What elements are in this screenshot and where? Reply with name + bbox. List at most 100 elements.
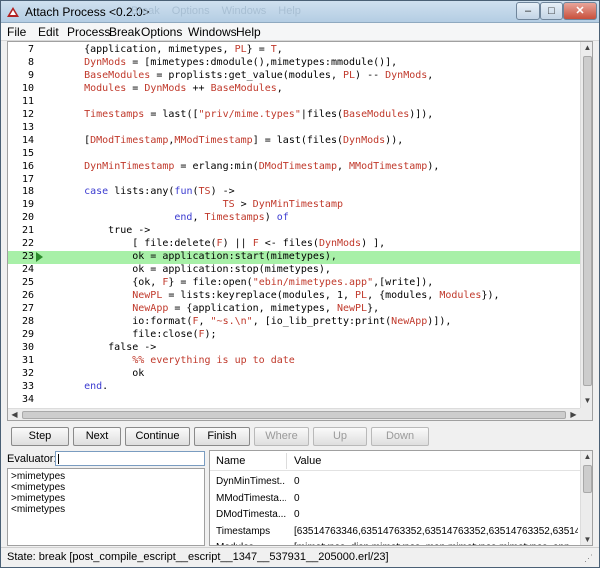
code-line[interactable]: 12 Timestamps = last(["priv/mime.types"|… [8,109,580,122]
code-line[interactable]: 10 Modules = DynMods ++ BaseModules, [8,83,580,96]
line-number: 28 [21,315,34,327]
code-line[interactable]: 9 BaseModules = proplists:get_value(modu… [8,70,580,83]
column-header-name[interactable]: Name [216,455,245,467]
code-text: NewPL = lists:keyreplace(modules, 1, PL,… [132,290,500,302]
binding-row[interactable]: DynMinTimest... 0 [210,474,580,491]
binding-row[interactable]: MModTimesta... 0 [210,491,580,508]
menu-windows[interactable]: Windows [188,25,237,39]
code-line[interactable]: 20 end, Timestamps) of [8,212,580,225]
binding-row[interactable]: DModTimesta... 0 [210,507,580,524]
debug-toolbar: Step Next Continue Finish Where Up Down [7,427,593,447]
code-line[interactable]: 24 ok = application:stop(mimetypes), [8,264,580,277]
scroll-down-arrow-icon[interactable]: ▼ [582,396,592,407]
code-line[interactable]: 15 [8,148,580,161]
menu-edit[interactable]: Edit [38,25,59,39]
scroll-thumb[interactable] [22,411,566,419]
binding-name: Modules [216,542,286,545]
text-caret [58,454,59,464]
next-button[interactable]: Next [73,427,121,446]
code-line[interactable]: 18 case lists:any(fun(TS) -> [8,186,580,199]
code-text: DynMinTimestamp = erlang:min(DModTimesta… [84,160,440,172]
attach-process-window: Attach Process <0.2.0> Break Options Windo… [0,0,600,568]
code-line[interactable]: 27 NewApp = {application, mimetypes, New… [8,303,580,316]
line-number: 26 [21,290,34,302]
current-line-arrow-icon [36,252,43,263]
menu-break[interactable]: Break [109,25,140,39]
code-editor[interactable]: 7 {application, mimetypes, PL} = T, 8 Dyn… [7,41,593,421]
scroll-thumb[interactable] [583,56,592,386]
menu-options[interactable]: Options [141,25,182,39]
ghost-menu-item: Windows [221,5,267,17]
binding-name: Timestamps [216,525,271,537]
code-line[interactable]: 33 end. [8,381,580,394]
title-bar: Attach Process <0.2.0> Break Options Windo… [1,1,599,23]
close-button[interactable]: ✕ [563,2,597,20]
down-button[interactable]: Down [371,427,429,446]
binding-row[interactable]: Modules [mimetypes_disp,mimetypes_map,mim… [210,540,580,545]
bindings-vertical-scrollbar[interactable]: ▲ ▼ [580,451,592,545]
up-button[interactable]: Up [313,427,367,446]
code-line[interactable]: 30 false -> [8,342,580,355]
continue-button[interactable]: Continue [125,427,190,446]
bindings-panel[interactable]: Name Value DynMinTimest... 0 MModTimesta..… [209,450,593,546]
code-line[interactable]: 13 [8,122,580,135]
code-line[interactable]: 22 [ file:delete(F) || F <- files(DynMod… [8,238,580,251]
code-text: false -> [60,341,157,353]
evaluator-output[interactable]: >mimetypes <mimetypes >mimetypes <mimetypes [7,468,205,546]
column-divider[interactable] [286,453,287,469]
code-line[interactable]: 31 %% everything is up to date [8,355,580,368]
code-line[interactable]: 11 [8,96,580,109]
where-button[interactable]: Where [254,427,309,446]
binding-row[interactable]: Timestamps [63514763346,63514763352,63514… [210,524,580,541]
scroll-up-arrow-icon[interactable]: ▲ [582,452,592,461]
code-line[interactable]: 26 NewPL = lists:keyreplace(modules, 1, … [8,290,580,303]
line-number: 22 [21,238,34,250]
code-line[interactable]: 17 [8,174,580,187]
code-line[interactable]: 8 DynMods = [mimetypes:dmodule(),mimetyp… [8,57,580,70]
code-line[interactable]: 21 true -> [8,225,580,238]
code-line[interactable]: 34 [8,394,580,407]
code-line[interactable]: 25 {ok, F} = file:open("ebin/mimetypes.a… [8,277,580,290]
menu-file[interactable]: File [7,25,26,39]
scroll-thumb[interactable] [583,465,592,493]
line-number: 21 [21,225,34,237]
code-line[interactable]: 19 TS > DynMinTimestamp [8,199,580,212]
code-line[interactable]: 29 file:close(F); [8,329,580,342]
title-ghost-menu: Break Options Windows Help [131,5,313,17]
code-area[interactable]: 7 {application, mimetypes, PL} = T, 8 Dyn… [8,42,580,408]
scroll-left-arrow-icon[interactable]: ◀ [9,410,20,419]
editor-vertical-scrollbar[interactable]: ▲ ▼ [580,42,592,408]
scroll-right-arrow-icon[interactable]: ▶ [568,410,579,419]
finish-button[interactable]: Finish [194,427,250,446]
scroll-up-arrow-icon[interactable]: ▲ [582,43,592,54]
code-text: true -> [60,225,151,237]
code-line[interactable]: 14 [DModTimestamp,MModTimestamp] = last(… [8,135,580,148]
current-code-line[interactable]: 23 ok = application:start(mimetypes), [8,251,580,264]
binding-value: [63514763346,63514763352,63514763352,635… [294,525,578,537]
step-button[interactable]: Step [11,427,69,446]
line-number: 17 [21,173,34,185]
evaluator-panel: Evaluator: >mimetypes <mimetypes >mimetype… [7,450,205,546]
menu-process[interactable]: Process [67,25,110,39]
evaluator-label: Evaluator: [7,453,57,465]
code-line[interactable]: 32 ok [8,368,580,381]
code-line[interactable]: 16 DynMinTimestamp = erlang:min(DModTime… [8,161,580,174]
line-number: 15 [21,147,34,159]
column-header-value[interactable]: Value [294,455,321,467]
code-line[interactable]: 28 io:format(F, "~s.\n", [io_lib_pretty:… [8,316,580,329]
code-text: {application, mimetypes, PL} = T, [60,44,283,55]
menu-help[interactable]: Help [236,25,261,39]
scroll-corner [580,408,592,420]
code-line[interactable]: 7 {application, mimetypes, PL} = T, [8,44,580,57]
editor-horizontal-scrollbar[interactable]: ◀ ▶ [8,408,580,420]
maximize-button[interactable]: □ [540,2,563,20]
code-text: NewApp = {application, mimetypes, NewPL}… [132,303,380,314]
evaluator-input[interactable] [55,451,205,466]
line-number: 7 [27,44,34,55]
line-number: 23 [21,251,34,263]
resize-grip-icon[interactable]: ⋰ [584,553,596,565]
scroll-down-arrow-icon[interactable]: ▼ [582,535,592,544]
minimize-button[interactable]: ‒ [516,2,540,20]
line-number: 11 [21,95,34,107]
code-text: [DModTimestamp,MModTimestamp] = last(fil… [60,134,404,146]
